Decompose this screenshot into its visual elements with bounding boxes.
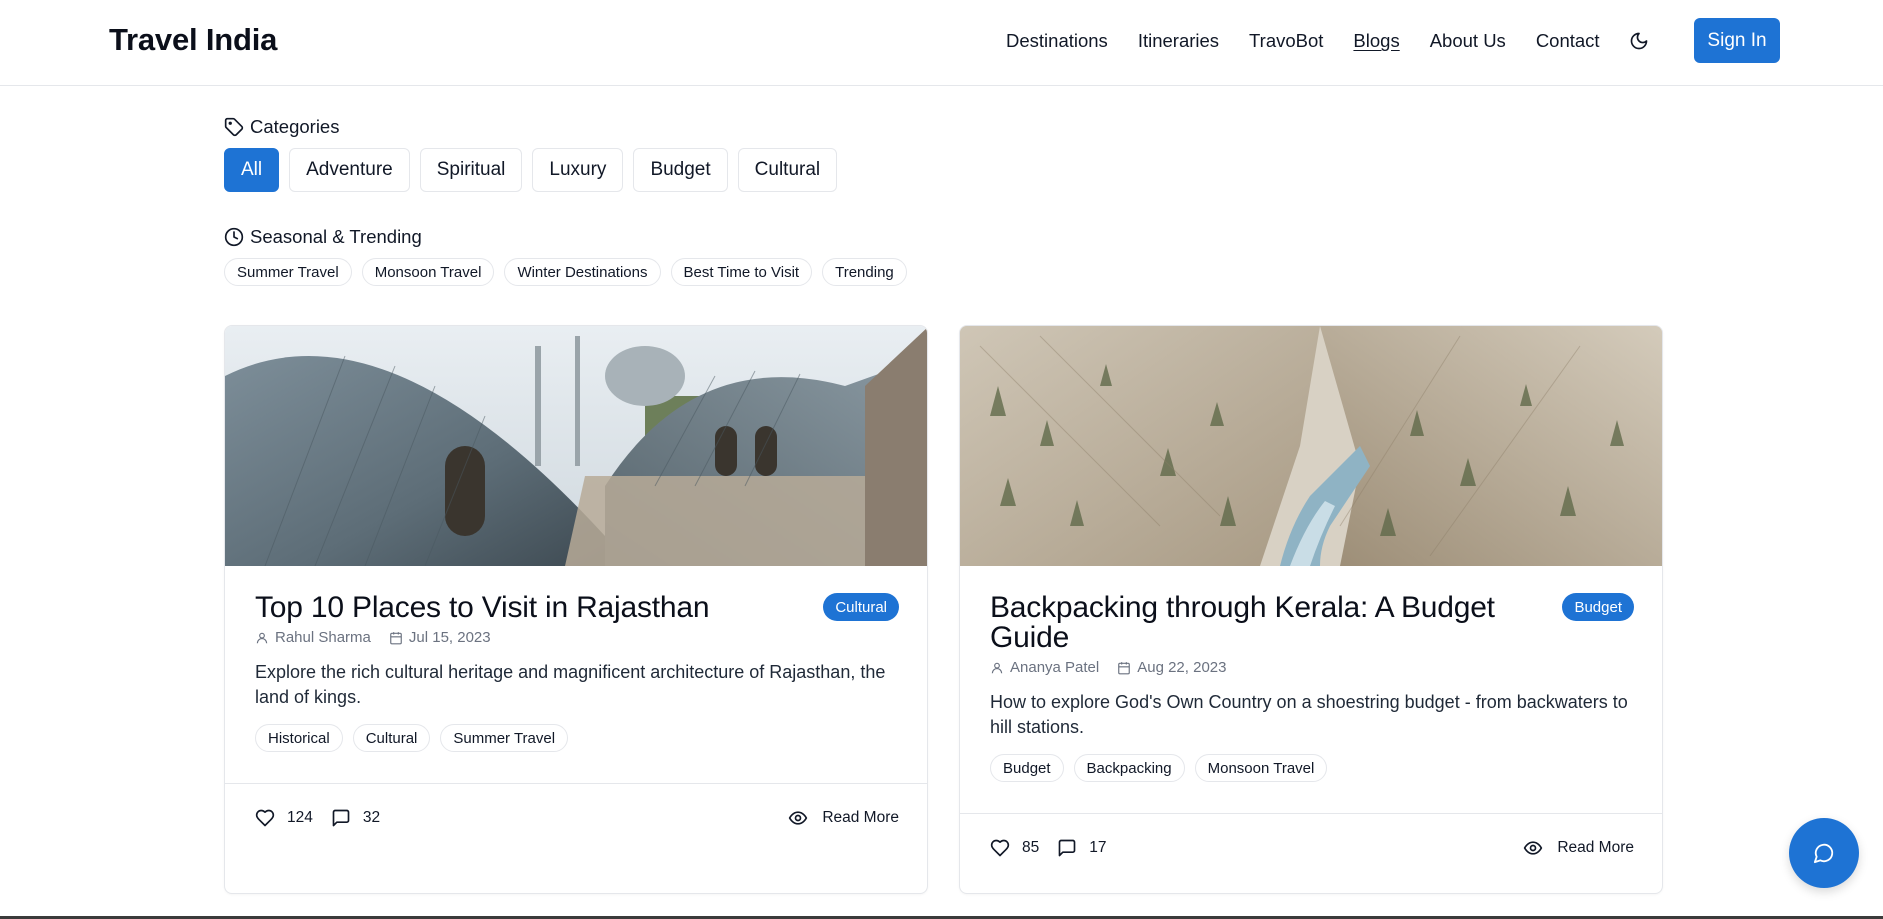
read-more-label: Read More — [822, 809, 899, 826]
blog-description: Explore the rich cultural heritage and m… — [255, 662, 886, 707]
blog-tag[interactable]: Summer Travel — [440, 724, 569, 752]
blog-date: Jul 15, 2023 — [408, 629, 491, 646]
blog-title[interactable]: Top 10 Places to Visit in Rajasthan — [255, 593, 775, 623]
theme-toggle-button[interactable] — [1628, 30, 1650, 52]
tag-icon — [224, 117, 244, 137]
blog-card-footer: 124 32 Read More — [255, 806, 899, 830]
clock-icon — [224, 227, 244, 247]
blog-cover-image — [960, 326, 1662, 566]
nav-about-us[interactable]: About Us — [1430, 30, 1506, 52]
category-filter-group: All Adventure Spiritual Luxury Budget Cu… — [224, 148, 838, 192]
nav-contact[interactable]: Contact — [1536, 30, 1600, 52]
blog-card-body: Backpacking through Kerala: A Budget Gui… — [990, 593, 1634, 782]
comment-count: 32 — [362, 809, 381, 826]
category-cultural-button[interactable]: Cultural — [737, 148, 838, 192]
blog-tag[interactable]: Budget — [990, 754, 1064, 782]
blog-card-body: Top 10 Places to Visit in Rajasthan Cult… — [255, 593, 899, 752]
chat-bubble-icon — [1813, 843, 1834, 864]
blog-tag[interactable]: Historical — [255, 724, 343, 752]
nav-travobot[interactable]: TravoBot — [1249, 30, 1323, 52]
site-header: Travel India Destinations Itineraries Tr… — [0, 0, 1883, 86]
nav-destinations[interactable]: Destinations — [1006, 30, 1108, 52]
blog-meta: Ananya Patel Aug 22, 2023 — [990, 659, 1634, 676]
read-more-label: Read More — [1557, 839, 1634, 856]
categories-label: Categories — [250, 116, 340, 137]
blog-tag-list: Historical Cultural Summer Travel — [255, 724, 899, 752]
comment-icon — [332, 809, 350, 827]
blog-author: Rahul Sharma — [275, 629, 371, 646]
comment-icon — [1058, 839, 1076, 857]
comment-button[interactable]: 17 — [1057, 838, 1107, 858]
main-nav: Destinations Itineraries TravoBot Blogs … — [1006, 30, 1630, 52]
nav-blogs[interactable]: Blogs — [1353, 30, 1399, 52]
chat-button[interactable] — [1789, 818, 1859, 888]
categories-heading: Categories — [224, 116, 339, 138]
like-button[interactable]: 85 — [990, 838, 1039, 858]
blog-description: How to explore God's Own Country on a sh… — [990, 692, 1628, 737]
comment-button[interactable]: 32 — [331, 808, 380, 828]
comment-count: 17 — [1089, 839, 1107, 856]
blog-meta: Rahul Sharma Jul 15, 2023 — [255, 629, 899, 646]
card-divider — [225, 783, 927, 784]
like-count: 85 — [1022, 839, 1040, 856]
seasonal-tag-summer[interactable]: Summer Travel — [224, 258, 352, 286]
seasonal-label: Seasonal & Trending — [250, 226, 422, 247]
seasonal-tag-winter[interactable]: Winter Destinations — [504, 258, 661, 286]
blog-tag[interactable]: Cultural — [352, 724, 431, 752]
read-more-button[interactable]: Read More — [1523, 838, 1634, 858]
blog-date: Aug 22, 2023 — [1137, 659, 1227, 676]
user-icon — [991, 662, 1003, 673]
user-icon — [256, 632, 268, 643]
seasonal-tag-group: Summer Travel Monsoon Travel Winter Dest… — [224, 258, 907, 286]
blog-tag[interactable]: Monsoon Travel — [1194, 754, 1328, 782]
card-divider — [960, 813, 1662, 814]
seasonal-tag-trending[interactable]: Trending — [822, 258, 907, 286]
category-spiritual-button[interactable]: Spiritual — [419, 148, 523, 192]
blog-card[interactable]: Top 10 Places to Visit in Rajasthan Cult… — [224, 325, 928, 894]
category-badge: Budget — [1562, 593, 1634, 621]
category-luxury-button[interactable]: Luxury — [532, 148, 624, 192]
category-badge: Cultural — [823, 593, 899, 621]
calendar-icon — [1118, 661, 1131, 674]
heart-icon — [255, 809, 275, 827]
site-logo[interactable]: Travel India — [109, 22, 277, 58]
like-button[interactable]: 124 — [255, 808, 313, 828]
seasonal-tag-monsoon[interactable]: Monsoon Travel — [361, 258, 495, 286]
eye-icon — [1524, 841, 1543, 855]
heart-icon — [990, 839, 1010, 857]
seasonal-heading: Seasonal & Trending — [224, 226, 422, 248]
sign-in-button[interactable]: Sign In — [1694, 18, 1780, 63]
read-more-button[interactable]: Read More — [788, 808, 899, 828]
blog-tag[interactable]: Backpacking — [1073, 754, 1185, 782]
calendar-icon — [390, 631, 402, 644]
seasonal-tag-best-time[interactable]: Best Time to Visit — [670, 258, 813, 286]
blog-tag-list: Budget Backpacking Monsoon Travel — [990, 754, 1634, 782]
moon-icon — [1630, 32, 1648, 50]
category-adventure-button[interactable]: Adventure — [289, 148, 410, 192]
like-count: 124 — [287, 809, 313, 826]
blog-author: Ananya Patel — [1010, 659, 1100, 676]
blog-cover-image — [225, 326, 927, 566]
blog-card-footer: 85 17 Read More — [990, 836, 1634, 860]
category-all-button[interactable]: All — [224, 148, 280, 192]
blog-title[interactable]: Backpacking through Kerala: A Budget Gui… — [990, 593, 1510, 653]
blog-card[interactable]: Backpacking through Kerala: A Budget Gui… — [959, 325, 1663, 894]
category-budget-button[interactable]: Budget — [633, 148, 728, 192]
eye-icon — [789, 811, 808, 825]
nav-itineraries[interactable]: Itineraries — [1138, 30, 1219, 52]
